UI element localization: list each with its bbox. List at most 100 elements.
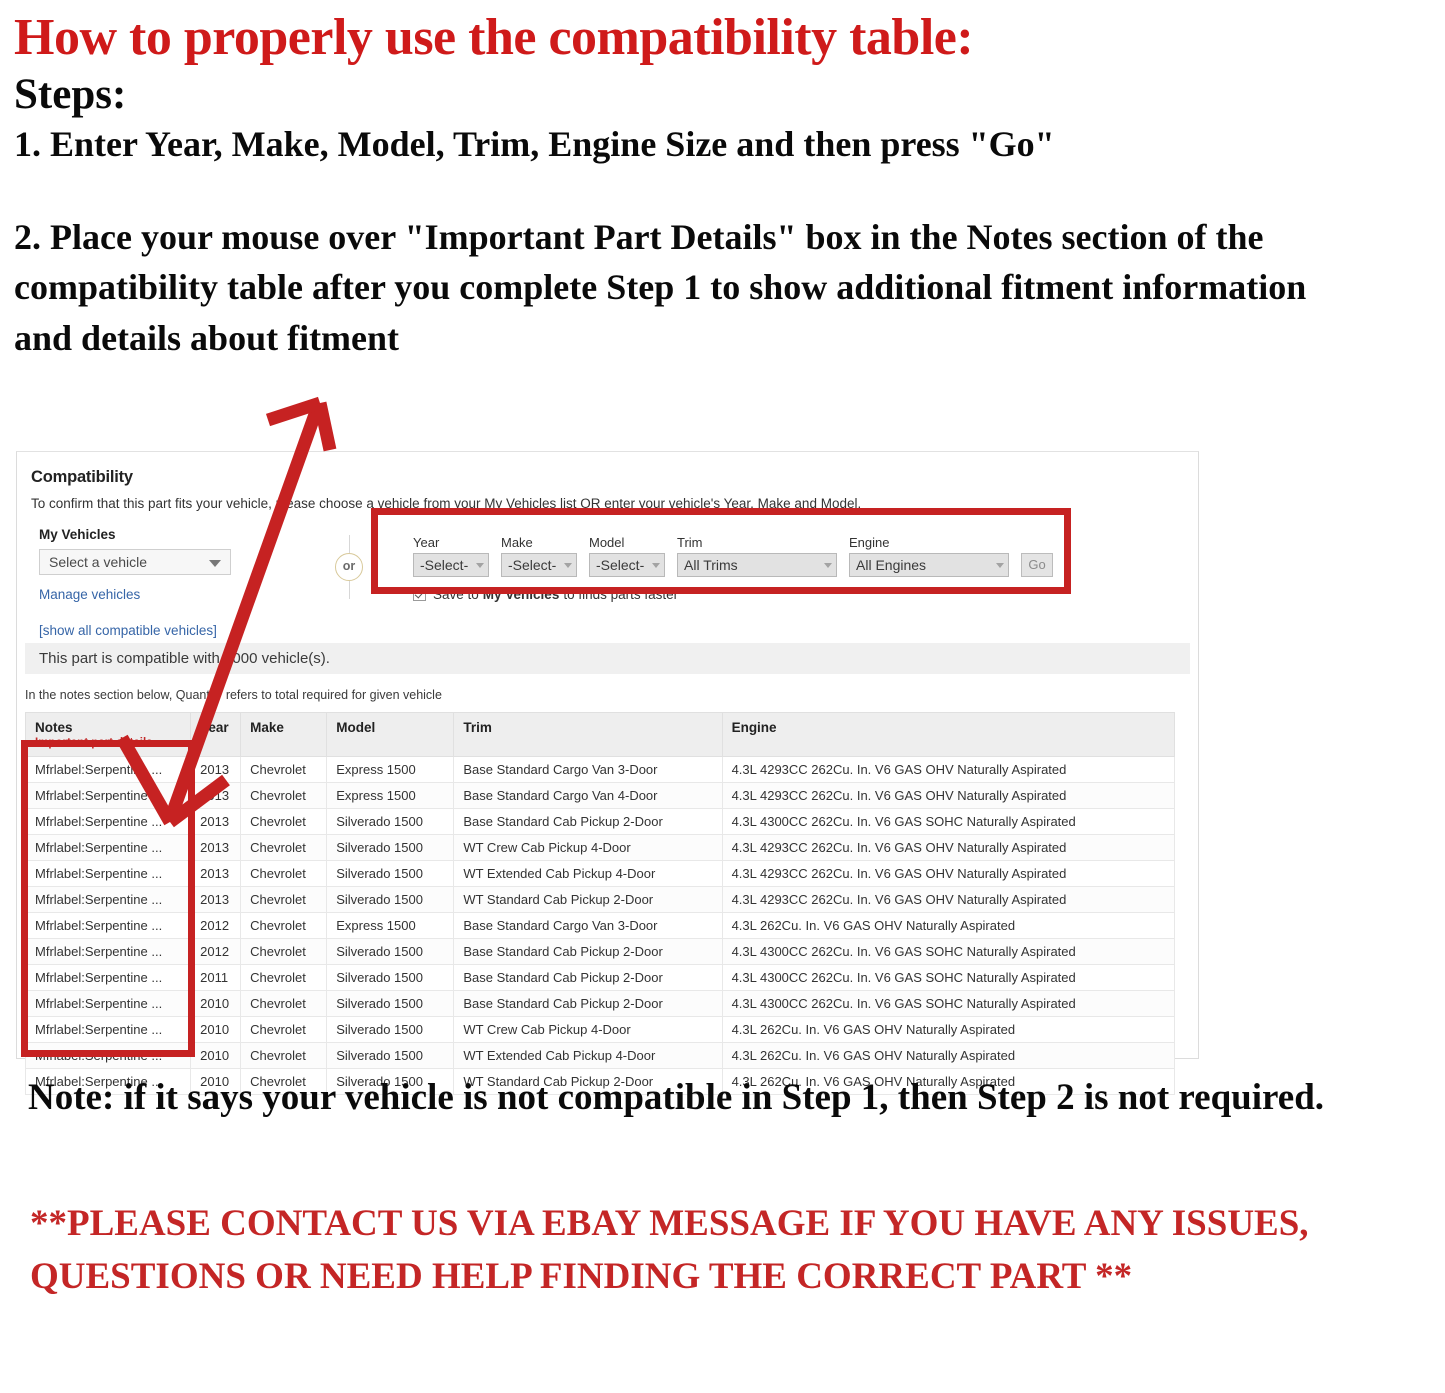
save-bold-label: My Vehicles [482,587,560,602]
field-model: Model -Select- [589,535,665,577]
column-header-label: Model [336,720,376,735]
my-vehicles-select-value: Select a vehicle [49,554,148,570]
footer-contact: **PLEASE CONTACT US VIA EBAY MESSAGE IF … [30,1203,1309,1297]
column-header-notes: Notes Important part details [24,712,192,757]
cell-engine: 4.3L 4293CC 262Cu. In. V6 GAS OHV Natura… [721,756,1176,783]
column-header-label: Trim [463,720,492,735]
cell-year: 2013 [190,808,242,835]
cell-model: Silverado 1500 [326,834,455,861]
model-select[interactable]: -Select- [589,553,665,577]
trim-select[interactable]: All Trims [677,553,837,577]
cell-year: 2013 [190,886,242,913]
cell-notes[interactable]: Mfrlabel:Serpentine ... [24,860,192,887]
or-line-bottom [348,581,350,599]
table-row: Mfrlabel:Serpentine ... 2010 Chevrolet Silv… [24,990,1176,1017]
cell-notes[interactable]: Mfrlabel:Serpentine ... [24,1016,192,1043]
table-row: Mfrlabel:Serpentine ... 2013 Chevrolet Silv… [24,808,1176,835]
step-1-text: 1. Enter Year, Make, Model, Trim, Engine… [14,124,1055,165]
cell-trim: WT Crew Cab Pickup 4-Door [453,1016,723,1043]
field-label-trim: Trim [677,535,703,550]
cell-notes[interactable]: Mfrlabel:Serpentine ... [24,782,192,809]
cell-make: Chevrolet [240,990,328,1017]
field-make: Make -Select- [501,535,577,577]
chevron-down-icon [564,563,572,568]
cell-notes[interactable]: Mfrlabel:Serpentine ... [24,912,192,939]
column-header-engine: Engine [721,712,1176,757]
show-all-compatible-vehicles-link[interactable]: [show all compatible vehicles] [39,623,299,638]
chevron-down-icon [476,563,484,568]
page-title: How to properly use the compatibility ta… [14,9,974,66]
table-row: Mfrlabel:Serpentine ... 2013 Chevrolet Silv… [24,834,1176,861]
cell-model: Silverado 1500 [326,1016,455,1043]
cell-year: 2011 [190,964,242,991]
cell-model: Express 1500 [326,782,455,809]
cell-notes[interactable]: Mfrlabel:Serpentine ... [24,834,192,861]
cell-trim: WT Standard Cab Pickup 2-Door [453,886,723,913]
cell-make: Chevrolet [240,912,328,939]
instructions-block: How to properly use the compatibility ta… [14,9,1424,363]
cell-engine: 4.3L 262Cu. In. V6 GAS OHV Naturally Asp… [721,912,1176,939]
column-header-label: Make [250,720,284,735]
cell-year: 2013 [190,860,242,887]
cell-trim: Base Standard Cargo Van 3-Door [453,756,723,783]
cell-trim: Base Standard Cab Pickup 2-Door [453,808,723,835]
column-header-year: Year [190,712,242,757]
cell-year: 2010 [190,1016,242,1043]
cell-notes[interactable]: Mfrlabel:Serpentine ... [24,886,192,913]
save-vehicle-checkbox[interactable] [413,588,426,601]
cell-year: 2010 [190,990,242,1017]
important-part-details-label[interactable]: Important part details [35,737,190,749]
cell-make: Chevrolet [240,938,328,965]
cell-notes[interactable]: Mfrlabel:Serpentine ... [24,938,192,965]
table-row: Mfrlabel:Serpentine ... 2012 Chevrolet Expr… [24,912,1176,939]
my-vehicles-select[interactable]: Select a vehicle [39,549,231,575]
cell-notes[interactable]: Mfrlabel:Serpentine ... [24,964,192,991]
ymm-form: Year -Select- Make -Select- Model -Select- Tri… [413,535,1053,602]
cell-notes[interactable]: Mfrlabel:Serpentine ... [24,1042,192,1069]
save-to-my-vehicles-row[interactable]: Save to My Vehicles to finds parts faste… [413,587,1053,602]
cell-year: 2013 [190,834,242,861]
go-button[interactable]: Go [1021,553,1053,577]
table-body: Mfrlabel:Serpentine ... 2013 Chevrolet Expr… [24,756,1176,1095]
cell-trim: WT Extended Cab Pickup 4-Door [453,1042,723,1069]
cell-make: Chevrolet [240,886,328,913]
engine-select[interactable]: All Engines [849,553,1009,577]
cell-year: 2010 [190,1042,242,1069]
cell-model: Silverado 1500 [326,990,455,1017]
table-header: Notes Important part details Year Make Model… [24,712,1176,757]
year-select[interactable]: -Select- [413,553,489,577]
cell-trim: Base Standard Cab Pickup 2-Door [453,938,723,965]
cell-trim: Base Standard Cargo Van 3-Door [453,912,723,939]
cell-notes[interactable]: Mfrlabel:Serpentine ... [24,990,192,1017]
cell-engine: 4.3L 262Cu. In. V6 GAS OHV Naturally Asp… [721,1016,1176,1043]
table-row: Mfrlabel:Serpentine ... 2010 Chevrolet Silv… [24,1042,1176,1069]
field-year: Year -Select- [413,535,489,577]
column-header-make: Make [240,712,328,757]
cell-make: Chevrolet [240,756,328,783]
chevron-down-icon [824,563,832,568]
column-header-label: Year [200,720,229,735]
column-header-model: Model [326,712,455,757]
make-select[interactable]: -Select- [501,553,577,577]
cell-notes[interactable]: Mfrlabel:Serpentine ... [24,756,192,783]
cell-make: Chevrolet [240,782,328,809]
or-line-top [348,535,350,553]
cell-trim: Base Standard Cab Pickup 2-Door [453,990,723,1017]
cell-engine: 4.3L 4300CC 262Cu. In. V6 GAS SOHC Natur… [721,808,1176,835]
make-select-value: -Select- [508,557,557,573]
ymm-field-row: Year -Select- Make -Select- Model -Select- Tri… [413,535,1053,577]
save-prefix-label: Save to [433,587,479,602]
column-header-trim: Trim [453,712,723,757]
cell-trim: WT Crew Cab Pickup 4-Door [453,834,723,861]
compatibility-panel: Compatibility To confirm that this part … [16,451,1199,1095]
field-trim: Trim All Trims [677,535,837,577]
manage-vehicles-link[interactable]: Manage vehicles [39,587,299,602]
cell-make: Chevrolet [240,1016,328,1043]
cell-notes[interactable]: Mfrlabel:Serpentine ... [24,808,192,835]
cell-year: 2012 [190,912,242,939]
table-row: Mfrlabel:Serpentine ... 2013 Chevrolet Silv… [24,860,1176,887]
cell-engine: 4.3L 4293CC 262Cu. In. V6 GAS OHV Natura… [721,886,1176,913]
trim-select-value: All Trims [684,557,738,573]
field-label-year: Year [413,535,440,550]
compatibility-description: To confirm that this part fits your vehi… [31,496,862,511]
